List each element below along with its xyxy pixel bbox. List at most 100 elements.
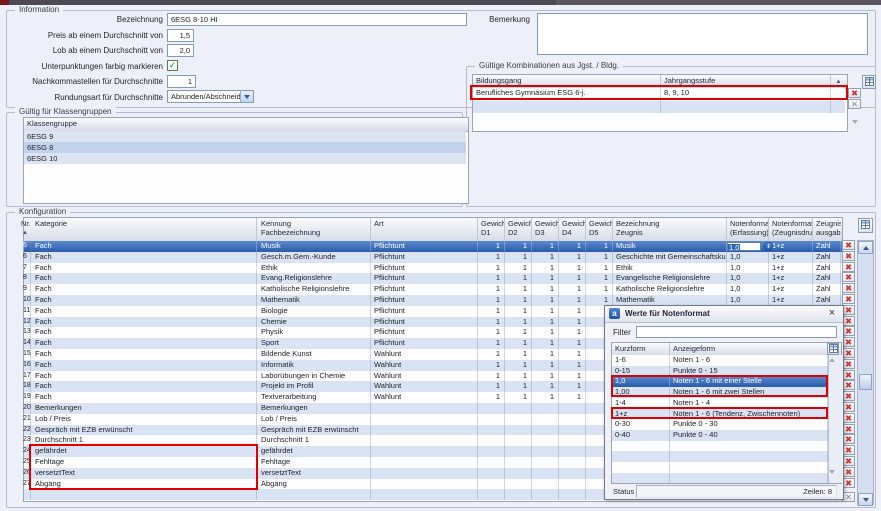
cell-art: Pflichtunt (371, 252, 478, 263)
header-kurzform[interactable]: Kurzform (612, 343, 670, 355)
list-item[interactable]: 1,0Noten 1 - 6 mit einer Stelle (612, 376, 828, 387)
cell-anzeigeform: Noten 1 - 6 (670, 355, 828, 366)
cell-d5: 1 (586, 252, 613, 263)
cell-d1 (478, 479, 505, 490)
table-row[interactable]: Berufliches Gymnasium ESG 6-j.8, 9, 10 (473, 88, 845, 101)
table-row[interactable] (473, 101, 845, 114)
nachkommastellen-input[interactable]: 1 (167, 75, 196, 88)
cell-kennung: Ethik (258, 263, 371, 274)
sort-column-header[interactable]: ▲ (831, 75, 846, 88)
delete-row-button[interactable]: ✖ (842, 240, 855, 250)
dialog-titlebar[interactable]: a Werte für Notenformat × (605, 306, 843, 323)
header-nf_druck[interactable]: Notenformat (Zeugnisdruck) (769, 218, 813, 241)
table-row[interactable]: 6ESG 9 (24, 131, 466, 142)
cell-d4 (559, 435, 586, 446)
preis-durchschnitt-input[interactable]: 1,5 (167, 29, 194, 42)
konfiguration-header: Nr.▲KategorieKennung FachbezeichnungArtG… (24, 218, 842, 242)
cell-nr: 12 (20, 317, 31, 328)
table-row[interactable]: 6ESG 10 (24, 153, 466, 164)
unterpunktungen-checkbox[interactable]: ✓ (167, 60, 178, 71)
list-item[interactable]: 0-15Punkte 0 - 15 (612, 366, 828, 377)
app-logo-icon: a (609, 308, 620, 319)
header-bildungsgang[interactable]: Bildungsgang (473, 75, 661, 88)
clear-kombination-button[interactable]: ✕ (848, 99, 861, 109)
column-chooser-button[interactable] (862, 75, 876, 89)
column-chooser-button[interactable] (858, 218, 873, 233)
konfiguration-vertical-scrollbar[interactable] (857, 240, 874, 505)
cell-d1 (478, 468, 505, 479)
list-item[interactable] (612, 462, 828, 473)
cell-d3: 1 (532, 252, 559, 263)
header-d4[interactable]: Gewicht D4 (559, 218, 586, 241)
cell-kennung: Musik (258, 241, 371, 252)
cell-d4: 1 (559, 349, 586, 360)
close-icon[interactable]: × (825, 307, 839, 320)
column-chooser-button[interactable] (827, 343, 839, 355)
delete-row-button[interactable]: ✖ (842, 251, 855, 261)
header-jahrgangsstufe[interactable]: Jahrgangsstufe (661, 75, 831, 88)
lob-durchschnitt-input[interactable]: 2,0 (167, 44, 194, 57)
delete-row-button[interactable]: ✖ (842, 294, 855, 304)
header-kategorie[interactable]: Kategorie (32, 218, 257, 241)
sort-asc-icon: ▲ (22, 229, 28, 238)
filter-input[interactable] (636, 326, 837, 338)
rundungsart-select[interactable]: Abrunden/Abschneiden (167, 90, 254, 103)
popup-scroll-down-icon[interactable] (829, 470, 835, 474)
delete-kombination-button[interactable]: ✖ (848, 88, 861, 98)
unterpunktungen-label: Unterpunktungen farbig markieren (0, 62, 163, 71)
cell-nr (20, 489, 31, 500)
table-row[interactable]: 8FachEvang.ReligionslehrePflichtunt11111… (24, 273, 842, 284)
klassengruppen-group-label: Gültig für Klassengruppen (15, 107, 116, 116)
header-kennung[interactable]: Kennung Fachbezeichnung (258, 218, 371, 241)
list-item[interactable]: 1-4Noten 1 - 4 (612, 398, 828, 409)
delete-row-button[interactable]: ✖ (842, 262, 855, 272)
cell-kategorie: Fach (32, 241, 257, 252)
header-bez[interactable]: Bezeichnung Zeugnis (613, 218, 727, 241)
list-item[interactable] (612, 473, 828, 484)
header-d5[interactable]: Gewicht D5 (586, 218, 613, 241)
header-nf_erf[interactable]: Notenformat (Erfassung) (727, 218, 769, 241)
cell-art (371, 457, 478, 468)
header-ausgabe[interactable]: Zeugnis- ausgabe (813, 218, 841, 241)
scrollbar-thumb[interactable] (859, 374, 872, 390)
list-item[interactable]: 1,00Noten 1 - 6 mit zwei Stellen (612, 387, 828, 398)
cell-d1: 1 (478, 273, 505, 284)
cell-kategorie: Fach (32, 306, 257, 317)
chevron-down-icon[interactable] (240, 91, 253, 102)
list-item[interactable]: 0-30Punkte 0 - 30 (612, 419, 828, 430)
delete-row-button[interactable]: ✖ (842, 272, 855, 282)
cell-nr: 6 (20, 252, 31, 263)
header-d1[interactable]: Gewicht D1 (478, 218, 505, 241)
delete-row-button[interactable]: ✖ (842, 283, 855, 293)
popup-scrollbar-track[interactable] (828, 355, 842, 483)
table-row[interactable]: 6ESG 8 (24, 142, 466, 153)
bemerkung-textarea[interactable] (537, 13, 868, 55)
list-item[interactable]: 1-6Noten 1 - 6 (612, 355, 828, 366)
table-row[interactable]: 7FachEthikPflichtunt11111Ethik1,01+zZahl (24, 263, 842, 274)
table-row[interactable]: 6FachGesch.m.Gem.-KundePflichtunt11111Ge… (24, 252, 842, 263)
header-klassengruppe[interactable]: Klassengruppe (24, 118, 468, 131)
kombinationen-header: BildungsgangJahrgangsstufe▲ (473, 75, 847, 89)
notenformat-edit-input[interactable]: 1,0 (727, 242, 761, 252)
cell-d2: 1 (505, 371, 532, 382)
header-anzeigeform[interactable]: Anzeigeform (670, 343, 828, 355)
list-item[interactable] (612, 441, 828, 452)
kombinationen-scroll-down-icon[interactable] (852, 120, 858, 124)
table-row[interactable]: 9FachKatholische ReligionslehrePflichtun… (24, 284, 842, 295)
cell-kategorie: Fach (32, 327, 257, 338)
list-item[interactable]: 1+zNoten 1 - 6 (Tendenz, Zwischennoten) (612, 409, 828, 420)
list-item[interactable] (612, 451, 828, 462)
scroll-up-button[interactable] (858, 241, 873, 254)
list-item[interactable]: 0-40Punkte 0 - 40 (612, 430, 828, 441)
popup-scroll-up-icon[interactable] (829, 358, 835, 362)
header-art[interactable]: Art (371, 218, 478, 241)
cell-kennung: Abgang (258, 479, 371, 490)
cell-d1: 1 (478, 241, 505, 252)
cell-nf_druck: 1+z (769, 263, 813, 274)
header-d2[interactable]: Gewicht D2 (505, 218, 532, 241)
header-d3[interactable]: Gewicht D3 (532, 218, 559, 241)
selected-edit-text: 1,0 (728, 244, 740, 252)
table-row[interactable]: 5FachMusikPflichtunt11111Musik1,0i1+zZah… (24, 241, 842, 252)
header-nr[interactable]: Nr.▲ (20, 218, 31, 241)
scroll-down-button[interactable] (858, 493, 873, 506)
